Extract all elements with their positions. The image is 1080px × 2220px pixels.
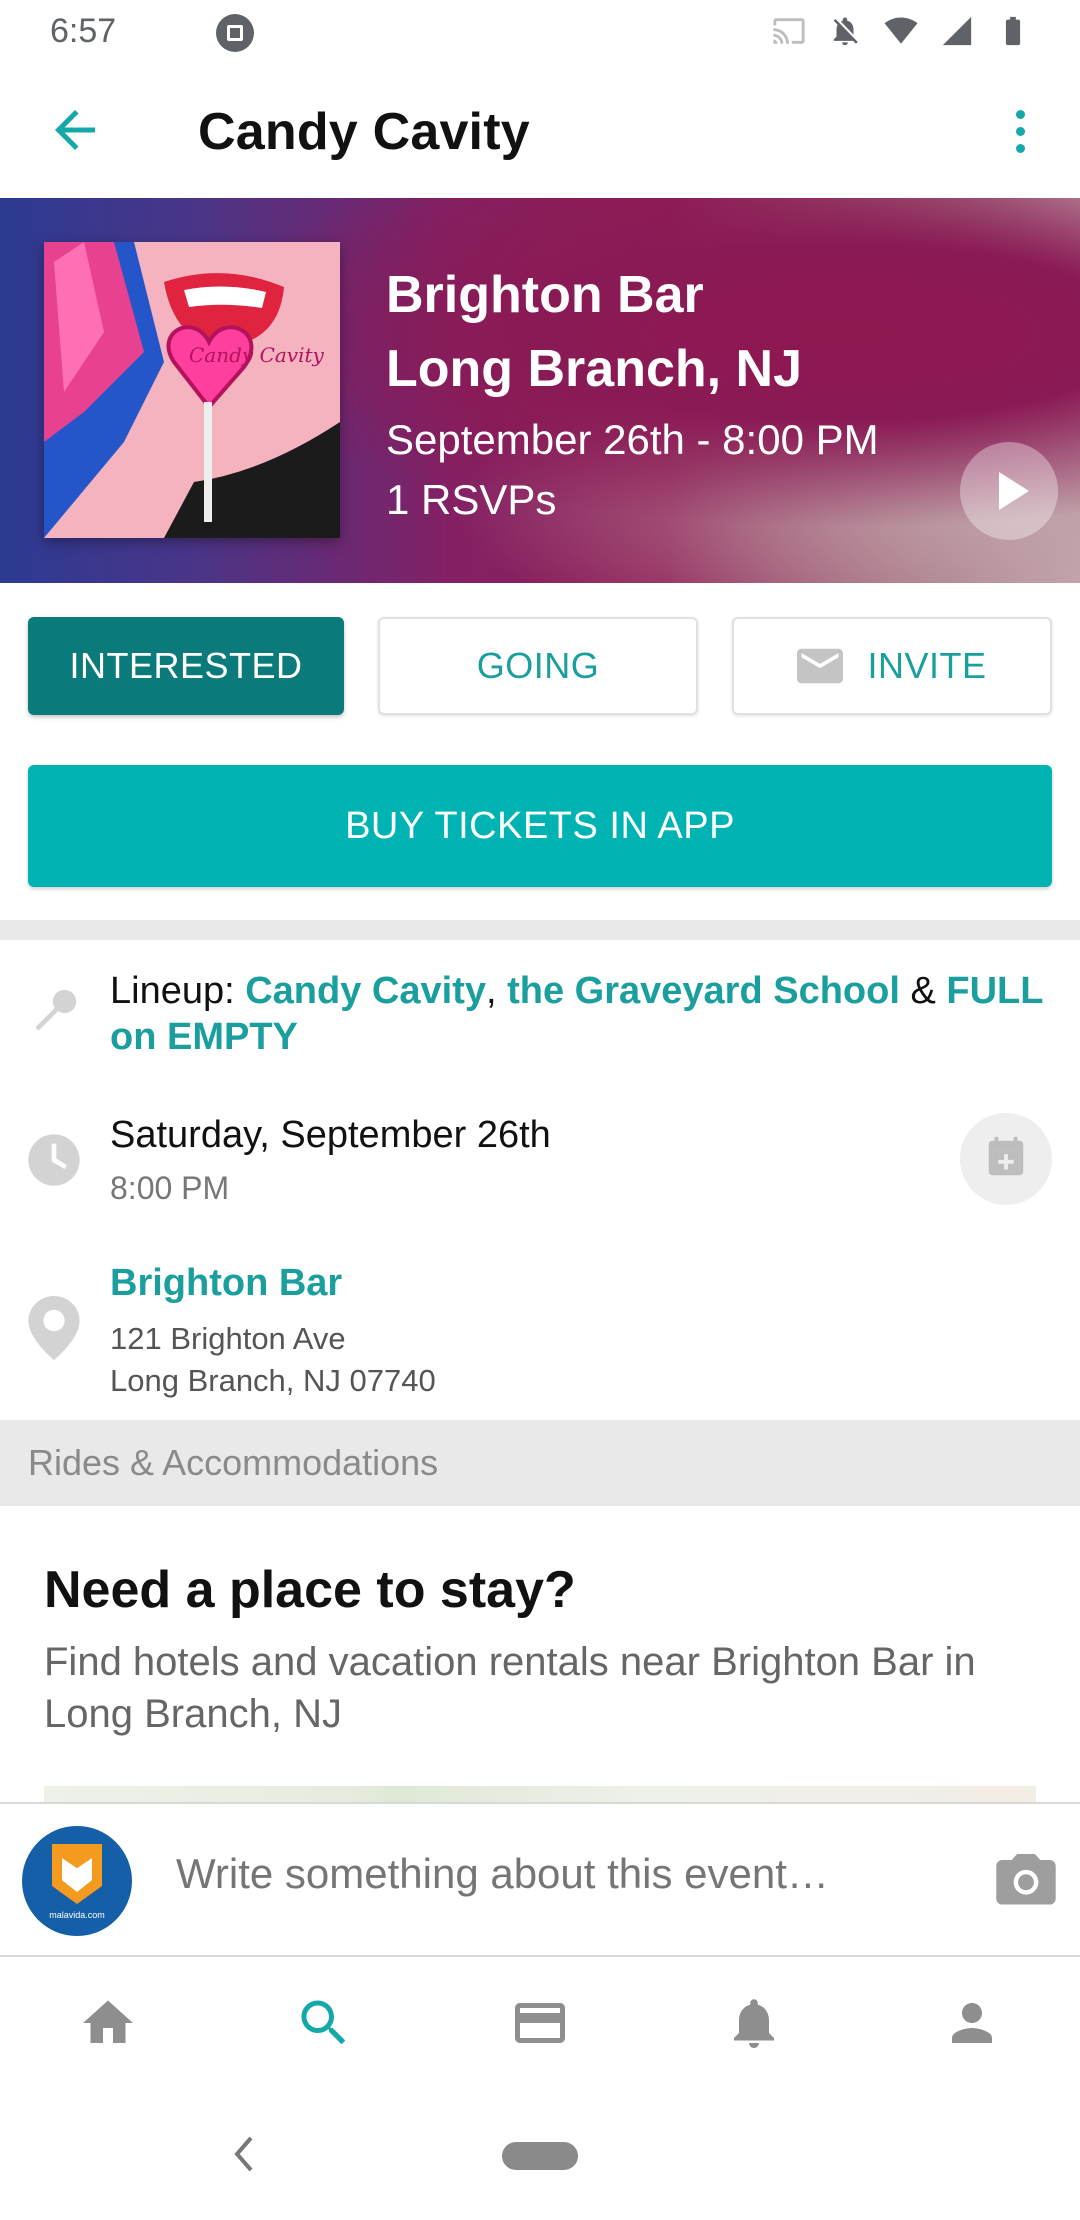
lineup-band-candy-cavity[interactable]: Candy Cavity (245, 970, 486, 1012)
venue-address: 121 Brighton Ave Long Branch, NJ 07740 (110, 1318, 436, 1402)
cast-icon (773, 18, 805, 44)
lineup-separator: & (899, 970, 947, 1012)
venue-address-line1: 121 Brighton Ave (110, 1321, 346, 1356)
stay-description: Find hotels and vacation rentals near Br… (44, 1640, 976, 1736)
user-avatar[interactable]: malavida.com (22, 1826, 132, 1936)
album-illustration: Candy Cavity (44, 242, 340, 538)
more-options-icon[interactable] (990, 98, 1050, 164)
venue-address-line2: Long Branch, NJ 07740 (110, 1363, 436, 1398)
page-title: Candy Cavity (198, 103, 530, 161)
rsvp-actions: INTERESTED GOING INVITE (28, 617, 1052, 715)
going-button[interactable]: GOING (378, 617, 698, 715)
back-arrow-icon[interactable] (40, 100, 110, 160)
add-to-calendar-button[interactable] (960, 1113, 1052, 1205)
event-time: 8:00 PM (110, 1170, 230, 1206)
hero-venue-name: Brighton Bar (386, 266, 704, 324)
app-bar: Candy Cavity (0, 64, 1080, 198)
interested-button[interactable]: INTERESTED (28, 617, 344, 715)
post-input[interactable] (176, 1850, 936, 1898)
status-bar: 6:57 (0, 0, 1080, 64)
location-pin-icon (28, 1296, 80, 1360)
event-hero: Candy Cavity Brighton Bar Long Branch, N… (0, 198, 1080, 583)
tickets-icon[interactable] (510, 1993, 570, 2053)
notification-app-icon (216, 14, 254, 52)
album-text: Candy Cavity (189, 343, 325, 367)
lineup-separator: , (485, 970, 508, 1012)
lineup-prefix: Lineup: (110, 970, 246, 1012)
hero-venue: Brighton Bar Long Branch, NJ (386, 258, 802, 406)
map-preview[interactable] (44, 1786, 1036, 1802)
hero-datetime: September 26th - 8:00 PM (386, 416, 879, 463)
event-date: Saturday, September 26th (110, 1114, 551, 1156)
status-time: 6:57 (50, 12, 117, 50)
system-back-icon[interactable] (228, 2134, 258, 2174)
post-composer: malavida.com (0, 1802, 1080, 1957)
clock-icon (28, 1134, 80, 1186)
system-navigation (0, 2082, 1080, 2220)
bottom-navigation (0, 1957, 1080, 2082)
avatar-label: malavida.com (49, 1910, 105, 1920)
hero-rsvp-count: 1 RSVPs (386, 476, 557, 523)
rides-section-header: Rides & Accommodations (0, 1420, 1080, 1506)
camera-icon[interactable] (996, 1854, 1056, 1906)
mail-icon (797, 648, 844, 684)
profile-icon[interactable] (942, 1993, 1002, 2053)
invite-label: INVITE (867, 645, 987, 686)
mute-icon (833, 17, 858, 46)
notifications-icon[interactable] (724, 1993, 784, 2053)
search-icon[interactable] (294, 1993, 354, 2053)
buy-tickets-button[interactable]: BUY TICKETS IN APP (28, 765, 1052, 887)
status-icons (772, 14, 1030, 48)
wifi-icon (884, 17, 918, 44)
invite-button[interactable]: INVITE (732, 617, 1052, 715)
play-icon[interactable] (960, 442, 1058, 540)
section-divider (0, 920, 1080, 940)
calendar-add-icon (988, 1136, 1024, 1176)
home-icon[interactable] (78, 1993, 138, 2053)
system-home-pill[interactable] (502, 2142, 578, 2170)
battery-icon (1005, 16, 1021, 46)
microphone-icon (35, 989, 77, 1031)
lineup-band-graveyard-school[interactable]: the Graveyard School (507, 970, 900, 1012)
hero-venue-city: Long Branch, NJ (386, 340, 803, 398)
lineup: Lineup: Candy Cavity, the Graveyard Scho… (110, 968, 1060, 1060)
rides-header-label: Rides & Accommodations (28, 1442, 439, 1483)
stay-title: Need a place to stay? (44, 1561, 576, 1619)
signal-icon (942, 16, 972, 46)
event-album-art[interactable]: Candy Cavity (44, 242, 340, 538)
venue-link[interactable]: Brighton Bar (110, 1262, 342, 1305)
